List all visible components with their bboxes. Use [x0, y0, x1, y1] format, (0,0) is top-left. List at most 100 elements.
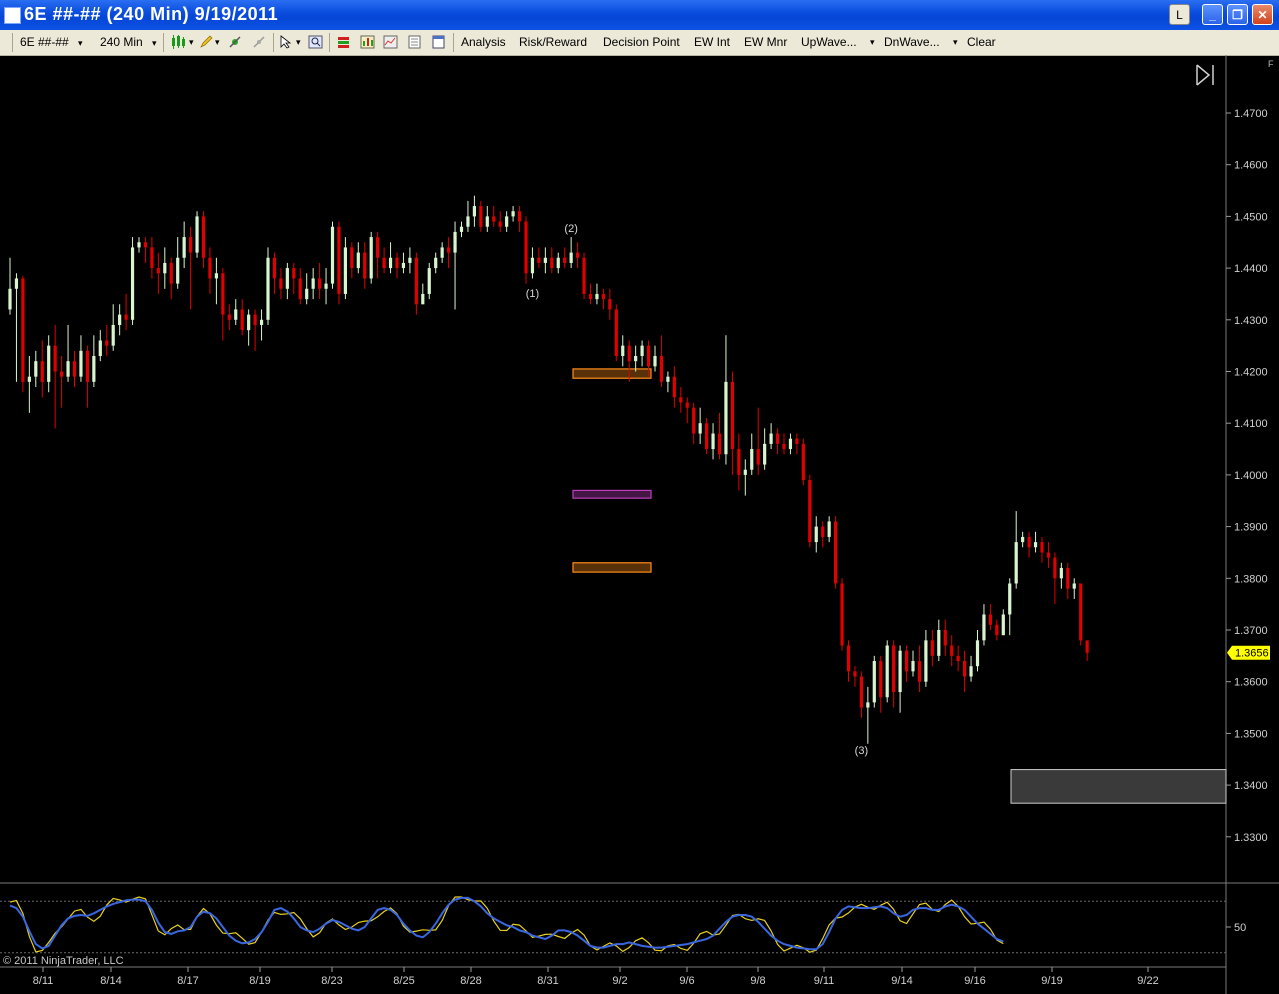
ew-mnr-button[interactable]: EW Mnr [744, 35, 787, 49]
candle-body [92, 355, 96, 382]
candle-body [530, 257, 535, 274]
candle-body [195, 216, 199, 253]
chevron-down-icon[interactable]: ▾ [189, 37, 194, 48]
candle-body [621, 345, 625, 356]
candle-body [459, 226, 464, 232]
chart-toolbar: 6E ##-## ▾ 240 Min ▾ ▾ ▾ ▾ Analysis Risk… [0, 30, 1279, 56]
candle-body [485, 216, 489, 227]
candle-body [595, 293, 599, 300]
candle-body [1021, 536, 1025, 543]
candle-body [834, 521, 838, 584]
risk-reward-button[interactable]: Risk/Reward [519, 35, 587, 49]
maximize-button[interactable]: ❐ [1227, 4, 1248, 25]
analysis-button[interactable]: Analysis [461, 35, 506, 49]
candle-body [537, 257, 541, 263]
candle-body [79, 350, 83, 377]
dnwave-button[interactable]: DnWave... [884, 35, 940, 49]
candle-body [995, 624, 999, 636]
y-tick-label: 1.3300 [1234, 832, 1268, 844]
candle-body [705, 423, 709, 450]
candle-body [266, 257, 270, 320]
candle-body [821, 526, 825, 537]
candle-body [563, 257, 567, 263]
upwave-dropdown-icon[interactable]: ▾ [870, 37, 875, 48]
decision-zone-orange-0 [572, 368, 652, 379]
instrument-selector[interactable]: 6E ##-## ▾ [20, 35, 83, 49]
candle-body [885, 645, 889, 698]
candle-body [763, 443, 767, 465]
candles-layer [8, 195, 1089, 744]
scroll-end-icon[interactable] [1196, 64, 1214, 86]
candle-body [846, 645, 851, 672]
candle-body [769, 433, 773, 444]
candle-body [137, 242, 141, 248]
candle-body [150, 247, 154, 269]
link-button[interactable]: L [1169, 4, 1190, 25]
candle-body [692, 407, 696, 434]
strategies-icon[interactable] [383, 35, 398, 49]
candle-body [156, 268, 160, 274]
candle-body [492, 216, 496, 222]
candle-body [511, 211, 515, 217]
candle-body [466, 216, 470, 227]
candle-body [685, 402, 689, 408]
candle-body [1072, 583, 1076, 589]
chevron-down-icon[interactable]: ▾ [296, 37, 301, 48]
y-tick-label: 1.3800 [1234, 573, 1268, 585]
candle-body [472, 206, 476, 217]
candle-body [756, 449, 760, 465]
copyright-label: © 2011 NinjaTrader, LLC [3, 955, 124, 967]
candle-body [311, 278, 315, 289]
candle-body [227, 314, 231, 320]
clear-button[interactable]: Clear [967, 35, 996, 49]
ew-int-button[interactable]: EW Int [694, 35, 730, 49]
candle-body [305, 288, 309, 300]
candle-body [1027, 536, 1031, 548]
close-button[interactable]: ✕ [1252, 4, 1273, 25]
minimize-button[interactable]: _ [1202, 4, 1223, 25]
candle-body [750, 449, 754, 470]
crosshair-icon[interactable] [228, 35, 243, 49]
candle-body [808, 480, 812, 543]
candle-body [330, 226, 335, 284]
interval-selector[interactable]: 240 Min ▾ [100, 35, 157, 49]
candle-body [292, 268, 296, 279]
candle-body [1046, 552, 1051, 558]
x-tick-label: 8/19 [249, 975, 270, 987]
price-chart[interactable]: F (1) (2) (3) 1.4700 1.4600 1.4500 1.4400 1.43… [0, 55, 1279, 994]
chart-style-icon[interactable] [170, 35, 190, 49]
x-tick-label: 8/31 [537, 975, 558, 987]
candle-body [782, 443, 786, 450]
candle-body [930, 640, 934, 656]
stoch-d-line [9, 896, 1004, 951]
pointer-icon[interactable] [279, 35, 294, 49]
upwave-button[interactable]: UpWave... [801, 35, 857, 49]
candle-body [388, 257, 393, 269]
window-title: 6E ##-## (240 Min) 9/19/2011 [24, 4, 279, 24]
data-series-icon[interactable] [336, 35, 351, 49]
candle-body [1008, 583, 1012, 615]
candle-body [434, 257, 438, 269]
candle-body [363, 252, 367, 279]
candle-body [421, 293, 425, 305]
candle-body [801, 443, 805, 481]
indicators-icon[interactable] [360, 35, 375, 49]
candle-body [517, 211, 522, 222]
x-tick-label: 9/22 [1137, 975, 1158, 987]
candle-body [717, 433, 722, 455]
properties-icon[interactable] [407, 35, 422, 49]
x-tick-label: 8/23 [321, 975, 342, 987]
chart-trader-icon[interactable] [431, 35, 446, 49]
candle-body [872, 661, 876, 703]
global-crosshair-icon[interactable] [252, 35, 267, 49]
decision-point-button[interactable]: Decision Point [603, 35, 680, 49]
y-tick-label: 1.4400 [1234, 263, 1268, 275]
x-tick-label: 9/11 [814, 975, 835, 987]
y-tick-label: 1.3400 [1234, 780, 1268, 792]
dnwave-dropdown-icon[interactable]: ▾ [953, 37, 958, 48]
candle-body [395, 257, 399, 269]
candle-body [272, 257, 277, 279]
zoom-icon[interactable] [308, 35, 323, 49]
chevron-down-icon[interactable]: ▾ [215, 37, 220, 48]
pencil-icon[interactable] [199, 35, 214, 49]
